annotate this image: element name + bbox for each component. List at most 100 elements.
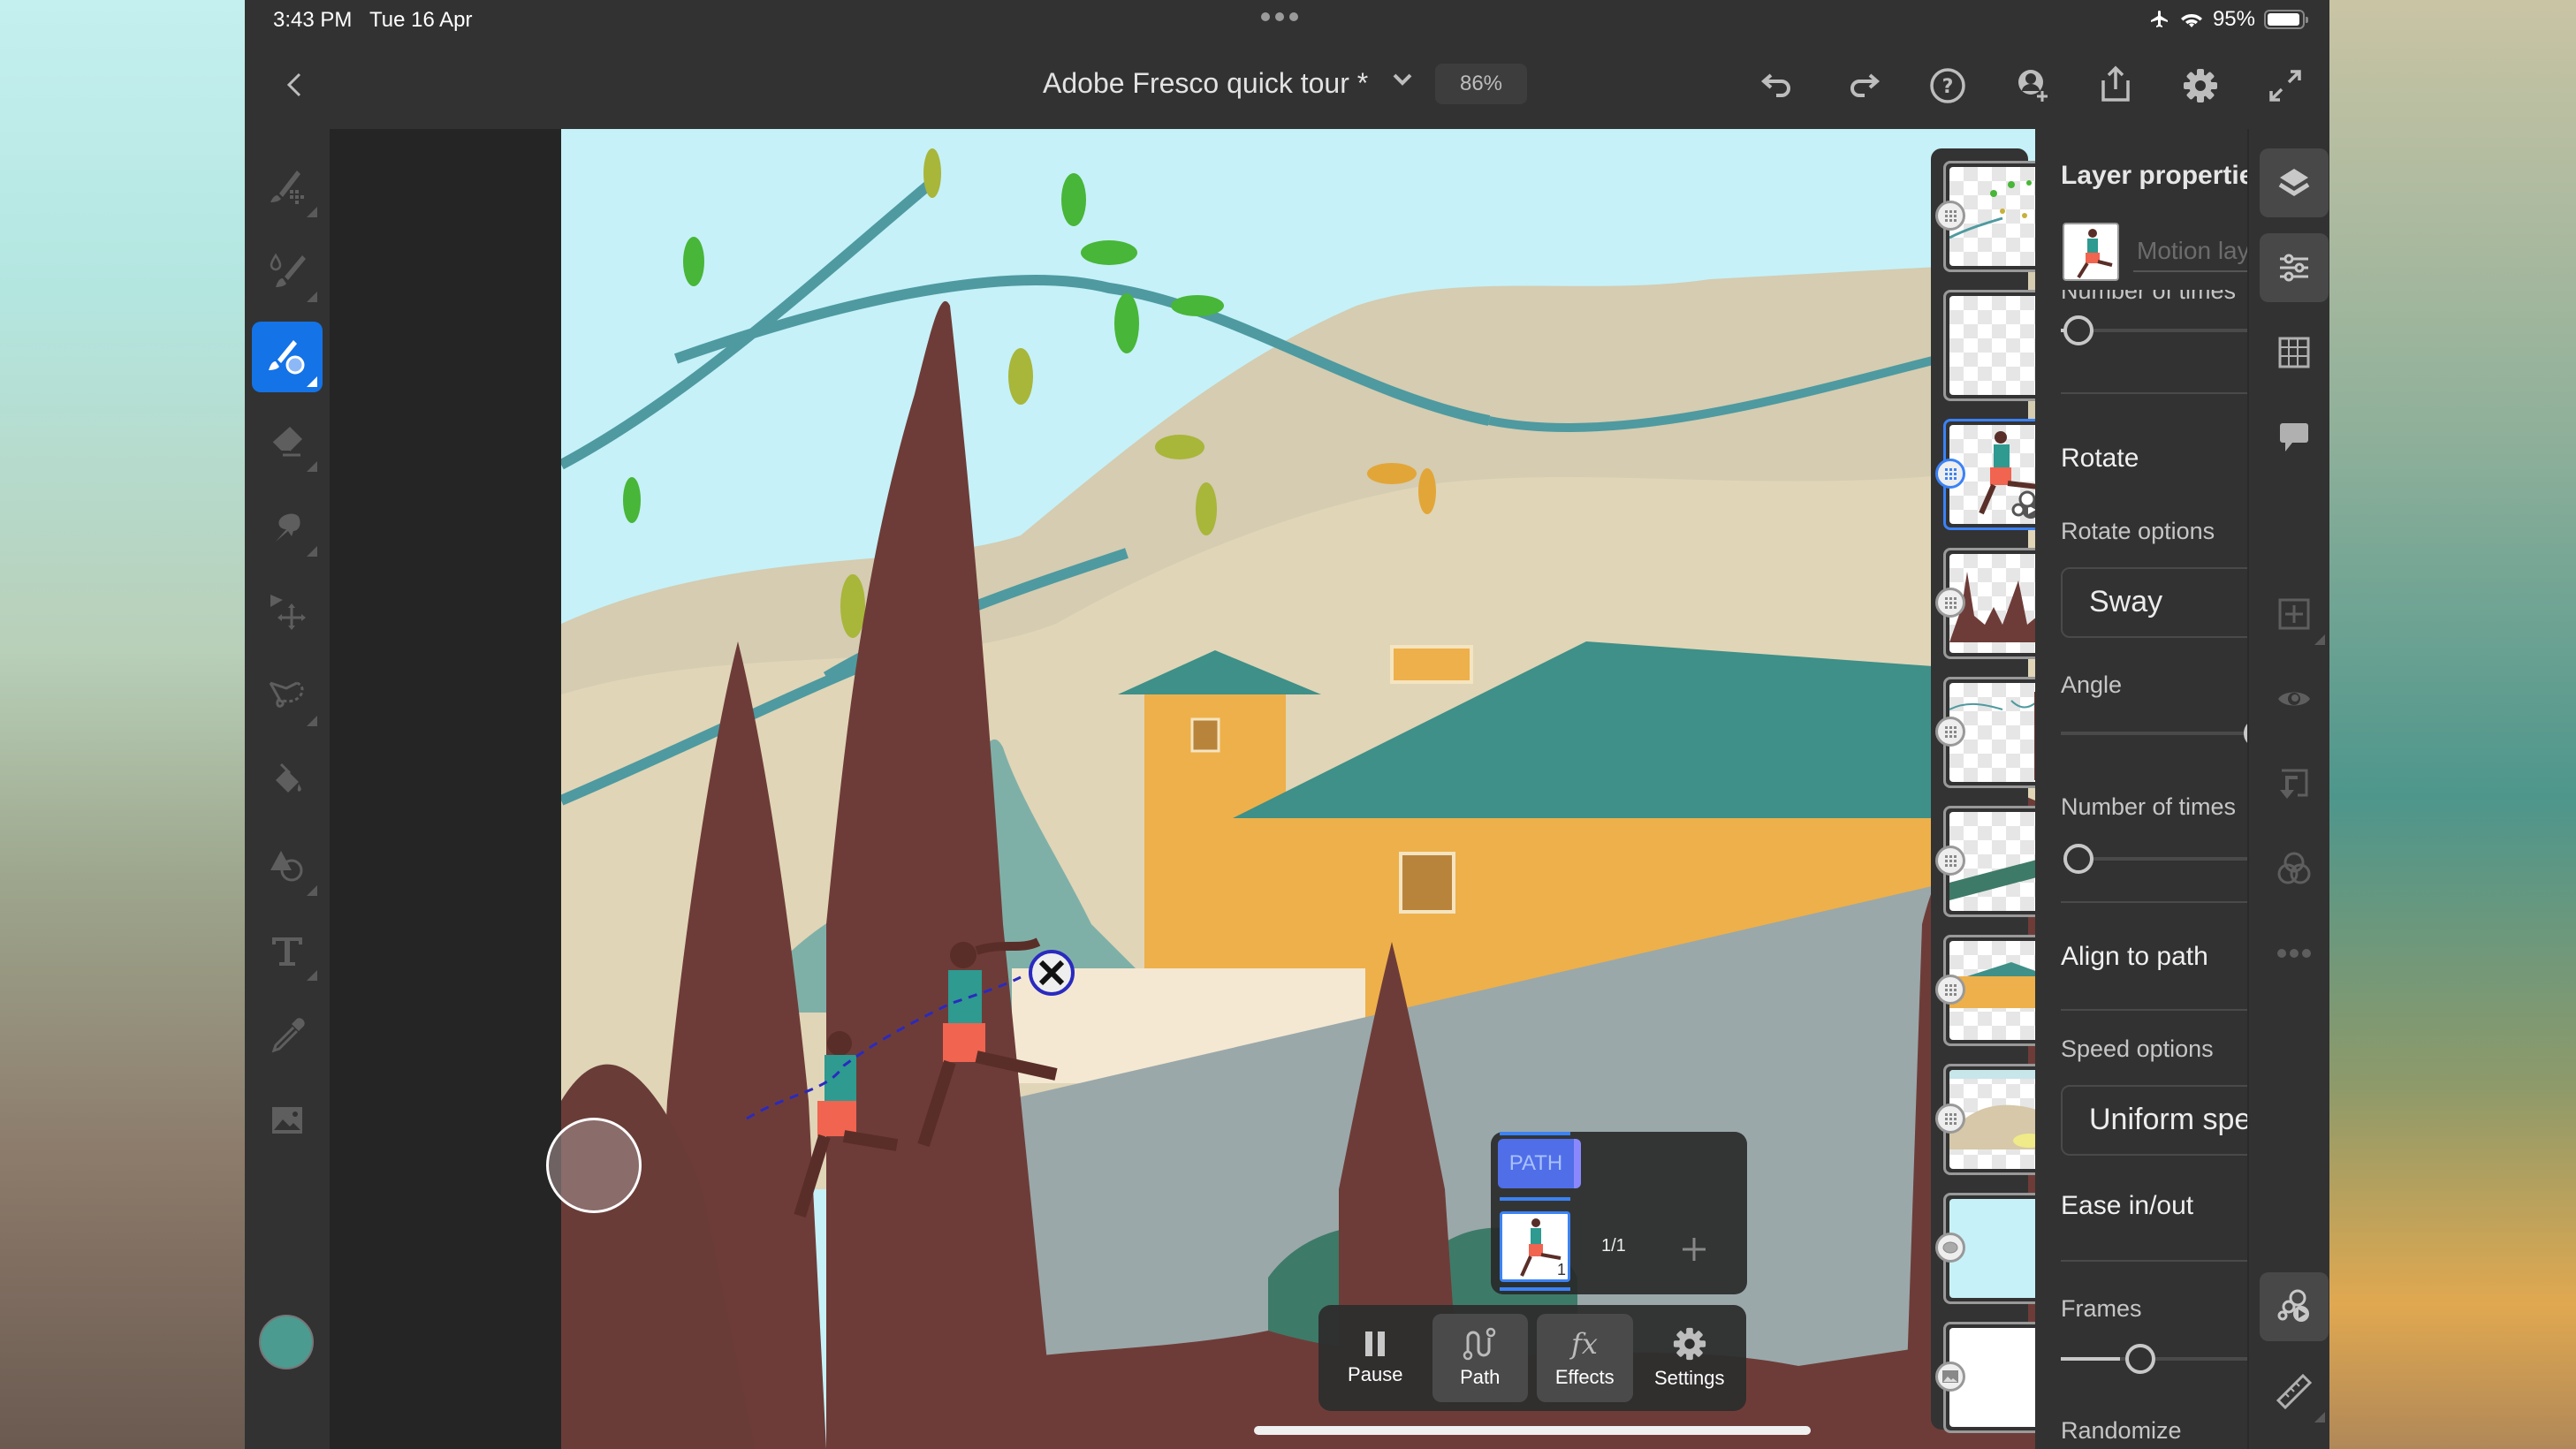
place-image-icon: [272, 1107, 302, 1134]
visibility-eye-icon: [2278, 692, 2310, 706]
rotate-option-value: Sway: [2089, 585, 2163, 618]
layer-drag-handle[interactable]: [1935, 201, 1965, 231]
fill-bucket-icon: [276, 762, 301, 793]
rotate-options-label: Rotate options: [2061, 518, 2215, 544]
layer-thumb-hillside[interactable]: [1935, 806, 2035, 917]
motion-button[interactable]: [2260, 1272, 2329, 1341]
grid-dots-icon: [1945, 855, 1957, 867]
slider-knob[interactable]: [2063, 315, 2093, 345]
layer-drag-handle[interactable]: [1935, 1233, 1965, 1263]
grid-icon: [2278, 337, 2310, 368]
motion-frames-panel: PATH 1 1/1: [1491, 1132, 1747, 1294]
help-button[interactable]: ?: [1924, 62, 1972, 110]
battery-fill: [2268, 13, 2300, 26]
layer-drag-handle[interactable]: [1935, 846, 1965, 876]
artwork-canvas[interactable]: PATH 1 1/1 Pause Path fx Effects Setting…: [561, 129, 2035, 1449]
slider-knob[interactable]: [2124, 1344, 2155, 1374]
tool-place-image[interactable]: [252, 1085, 323, 1156]
layer-drag-handle[interactable]: [1935, 975, 1965, 1005]
redo-button[interactable]: [1841, 64, 1885, 108]
status-time: 3:43 PM: [273, 8, 353, 32]
tool-pixel-brush[interactable]: [252, 152, 323, 223]
layer-properties-button[interactable]: [2260, 233, 2329, 302]
tool-type[interactable]: [252, 915, 323, 986]
gear-icon: [1673, 1327, 1706, 1361]
layer-drag-handle[interactable]: [1935, 1104, 1965, 1134]
align-to-path-label: Align to path: [2061, 942, 2208, 971]
eraser-icon: [271, 427, 302, 457]
battery-percent: 95%: [2212, 7, 2255, 31]
title-menu-button[interactable]: [1385, 62, 1420, 97]
merge-down-button[interactable]: [2260, 749, 2329, 818]
comments-icon: [2280, 423, 2308, 451]
comments-button[interactable]: [2260, 403, 2329, 472]
motion-brush-icon: [269, 340, 305, 375]
submenu-indicator: [307, 970, 317, 981]
add-layer-icon: [2278, 598, 2310, 630]
more-icon: [2277, 949, 2311, 958]
tool-move-transform[interactable]: [252, 576, 323, 647]
tool-smudge[interactable]: [252, 491, 323, 562]
layer-drag-handle[interactable]: [1935, 588, 1965, 618]
tool-live-brush[interactable]: [252, 237, 323, 307]
layer-drag-handle[interactable]: [1935, 459, 1965, 489]
share-button[interactable]: [2092, 60, 2139, 108]
grid-dots-icon: [1945, 597, 1957, 609]
tool-lasso-selection[interactable]: [252, 661, 323, 732]
angle-label: Angle: [2061, 671, 2123, 698]
effects-button[interactable]: fx Effects: [1537, 1314, 1633, 1402]
layer-drag-handle[interactable]: [1935, 717, 1965, 747]
add-layer-button[interactable]: [2260, 580, 2329, 649]
layer-thumb-runner-motion[interactable]: [1935, 419, 2035, 530]
svg-text:?: ?: [1942, 76, 1954, 98]
grid-button[interactable]: [2260, 318, 2329, 387]
back-button[interactable]: [277, 67, 312, 102]
slider-knob[interactable]: [2063, 844, 2093, 874]
pause-button[interactable]: Pause: [1327, 1314, 1424, 1402]
rotate-label: Rotate: [2061, 444, 2139, 473]
color-picker-swatch[interactable]: [259, 1315, 314, 1369]
tool-motion-brush[interactable]: [252, 322, 323, 392]
frame-thumbnail[interactable]: 1: [1500, 1211, 1570, 1282]
help-icon: ?: [1930, 68, 1965, 103]
undo-button[interactable]: [1756, 64, 1800, 108]
layer-thumb-branches[interactable]: [1935, 161, 2035, 272]
tool-shapes[interactable]: [252, 831, 323, 901]
plus-icon: [1683, 1238, 1706, 1261]
layer-thumb-bare-trees[interactable]: [1935, 677, 2035, 788]
ruler-button[interactable]: [2260, 1357, 2329, 1426]
visibility-button[interactable]: [2260, 664, 2329, 733]
settings-label: Settings: [1654, 1367, 1725, 1389]
tool-eyedropper[interactable]: [252, 1000, 323, 1071]
fresco-app-window: 3:43 PM Tue 16 Apr 95% Adobe Fresco quic…: [245, 0, 2329, 1449]
layers-icon: [2278, 169, 2310, 196]
more-options-button[interactable]: [2260, 919, 2329, 988]
zoom-level-button[interactable]: 86%: [1435, 64, 1527, 104]
multitasking-dots[interactable]: [1261, 12, 1298, 21]
panel-title: Layer properties: [2061, 161, 2269, 190]
layer-thumb-sky-fill[interactable]: [1935, 1193, 2035, 1304]
tool-fill[interactable]: [252, 746, 323, 816]
layer-drag-handle[interactable]: [1935, 1362, 1965, 1392]
fullscreen-button[interactable]: [2261, 62, 2309, 110]
document-title[interactable]: Adobe Fresco quick tour *: [1043, 67, 1368, 100]
motion-settings-button[interactable]: Settings: [1642, 1314, 1738, 1402]
blend-mode-button[interactable]: [2260, 834, 2329, 903]
app-settings-button[interactable]: [2177, 62, 2224, 110]
layer-thumb-background[interactable]: [1935, 1322, 2035, 1433]
layer-thumb-cypress[interactable]: [1935, 548, 2035, 659]
submenu-indicator: [307, 461, 317, 472]
invite-button[interactable]: [2009, 62, 2056, 110]
layer-thumbnail-art: [2077, 229, 2113, 279]
layer-thumb-mountains[interactable]: [1935, 1064, 2035, 1175]
path-button[interactable]: Path: [1432, 1314, 1528, 1402]
title-bar: Adobe Fresco quick tour * 86% ?: [245, 42, 2329, 127]
home-indicator[interactable]: [1254, 1426, 1811, 1435]
layer-thumb-house[interactable]: [1935, 935, 2035, 1046]
path-chip[interactable]: PATH: [1498, 1139, 1581, 1188]
tool-eraser[interactable]: [252, 406, 323, 477]
layer-thumb-empty[interactable]: [1943, 290, 2035, 401]
layers-button[interactable]: [2260, 148, 2329, 217]
add-frame-button[interactable]: [1681, 1225, 1707, 1272]
fill-layer-icon: [1942, 1241, 1958, 1254]
